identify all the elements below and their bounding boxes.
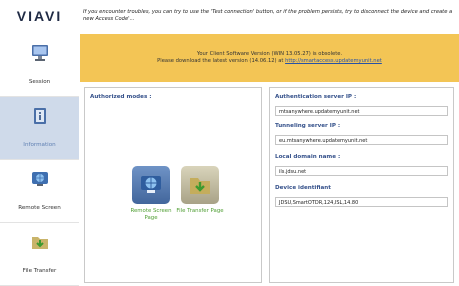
local-domain-field: ils.jdsu.net bbox=[275, 166, 448, 176]
remote-screen-icon bbox=[31, 172, 48, 186]
monitor-icon bbox=[31, 45, 48, 61]
file-transfer-page-label[interactable]: File Transfer Page bbox=[175, 208, 225, 215]
sidebar-item-label: File Transfer bbox=[22, 268, 57, 274]
remote-screen-icon bbox=[141, 176, 161, 193]
banner-line-2: Please download the latest version (14.0… bbox=[157, 58, 382, 65]
local-domain-label: Local domain name : bbox=[275, 154, 341, 160]
viavi-logo: VIAVI bbox=[16, 8, 63, 24]
sidebar-item-file-transfer[interactable]: File Transfer bbox=[0, 223, 79, 286]
auth-server-label: Authentication server IP : bbox=[275, 94, 357, 100]
authorized-modes-title: Authorized modes : bbox=[90, 94, 152, 100]
sidebar-item-label: Information bbox=[23, 142, 56, 148]
connection-details-panel: Authentication server IP : mtsanywhere.u… bbox=[269, 87, 454, 283]
sidebar: Session Information Remote Screen File T… bbox=[0, 34, 79, 286]
banner-line-1: Your Client Software Version (WIN 13.05.… bbox=[196, 51, 343, 57]
info-book-icon bbox=[33, 108, 46, 124]
authorized-modes-panel: Authorized modes : Remote Screen Page Fi… bbox=[84, 87, 262, 283]
remote-screen-page-label[interactable]: Remote Screen Page bbox=[126, 208, 176, 222]
sidebar-item-remote-screen[interactable]: Remote Screen bbox=[0, 160, 79, 223]
sidebar-item-information[interactable]: Information bbox=[0, 97, 79, 160]
file-transfer-page-button[interactable] bbox=[181, 166, 219, 204]
device-id-field: JDSU,SmartOTDR,124,ISL,14.80 bbox=[275, 197, 448, 207]
sidebar-item-session[interactable]: Session bbox=[0, 34, 79, 97]
banner-line-2-text: Please download the latest version (14.0… bbox=[157, 58, 286, 64]
version-warning-banner: Your Client Software Version (WIN 13.05.… bbox=[80, 34, 459, 82]
device-id-label: Device identifiant bbox=[275, 185, 331, 191]
sidebar-item-label: Remote Screen bbox=[18, 205, 61, 211]
remote-screen-page-button[interactable] bbox=[132, 166, 170, 204]
folder-download-icon bbox=[31, 237, 48, 249]
tunnel-server-label: Tunneling server IP : bbox=[275, 123, 341, 129]
help-message: If you encounter troubles, you can try t… bbox=[83, 9, 453, 22]
sidebar-item-label: Session bbox=[28, 79, 51, 85]
download-link[interactable]: http://smartaccess.updatemyunit.net bbox=[285, 58, 382, 64]
auth-server-field: mtsanywhere.updatemyunit.net bbox=[275, 106, 448, 116]
tunnel-server-field: eu.mtsanywhere.updatemyunit.net bbox=[275, 135, 448, 145]
folder-download-icon bbox=[190, 178, 210, 194]
